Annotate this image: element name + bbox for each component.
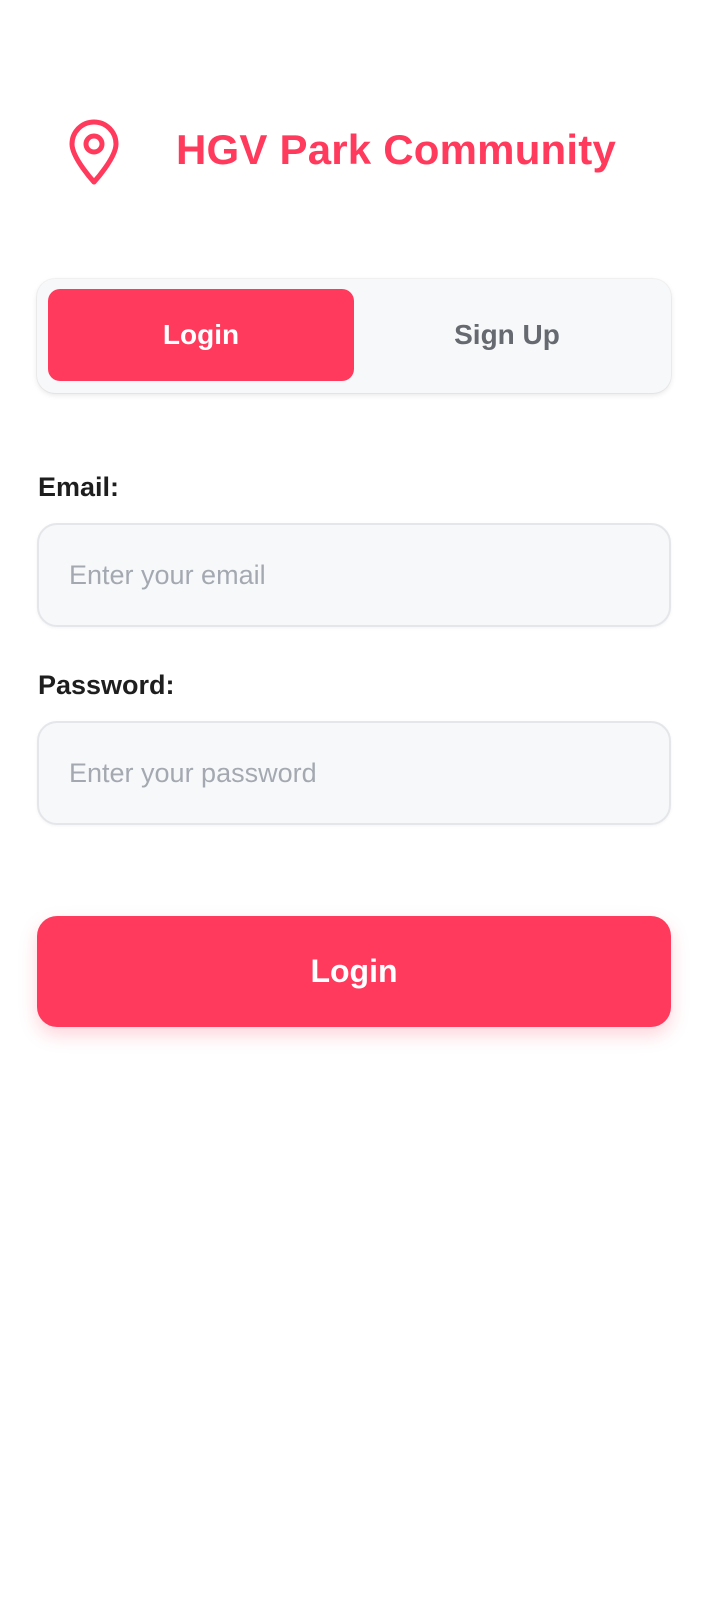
email-label: Email: bbox=[38, 472, 120, 502]
tab-login[interactable]: Login bbox=[48, 289, 354, 381]
app-title: HGV Park Community bbox=[176, 126, 617, 173]
app-header: HGV Park Community bbox=[0, 112, 720, 192]
password-field-container bbox=[37, 721, 671, 825]
password-label: Password: bbox=[38, 670, 175, 700]
auth-tab-switch: Login Sign Up bbox=[37, 279, 671, 393]
login-screen: HGV Park Community Login Sign Up Email: … bbox=[0, 0, 720, 1600]
login-button[interactable]: Login bbox=[37, 916, 671, 1027]
location-pin-icon bbox=[69, 119, 119, 185]
tab-sign-up[interactable]: Sign Up bbox=[354, 289, 660, 381]
password-input[interactable] bbox=[69, 757, 669, 789]
email-field-container bbox=[37, 523, 671, 627]
email-input[interactable] bbox=[69, 559, 669, 591]
